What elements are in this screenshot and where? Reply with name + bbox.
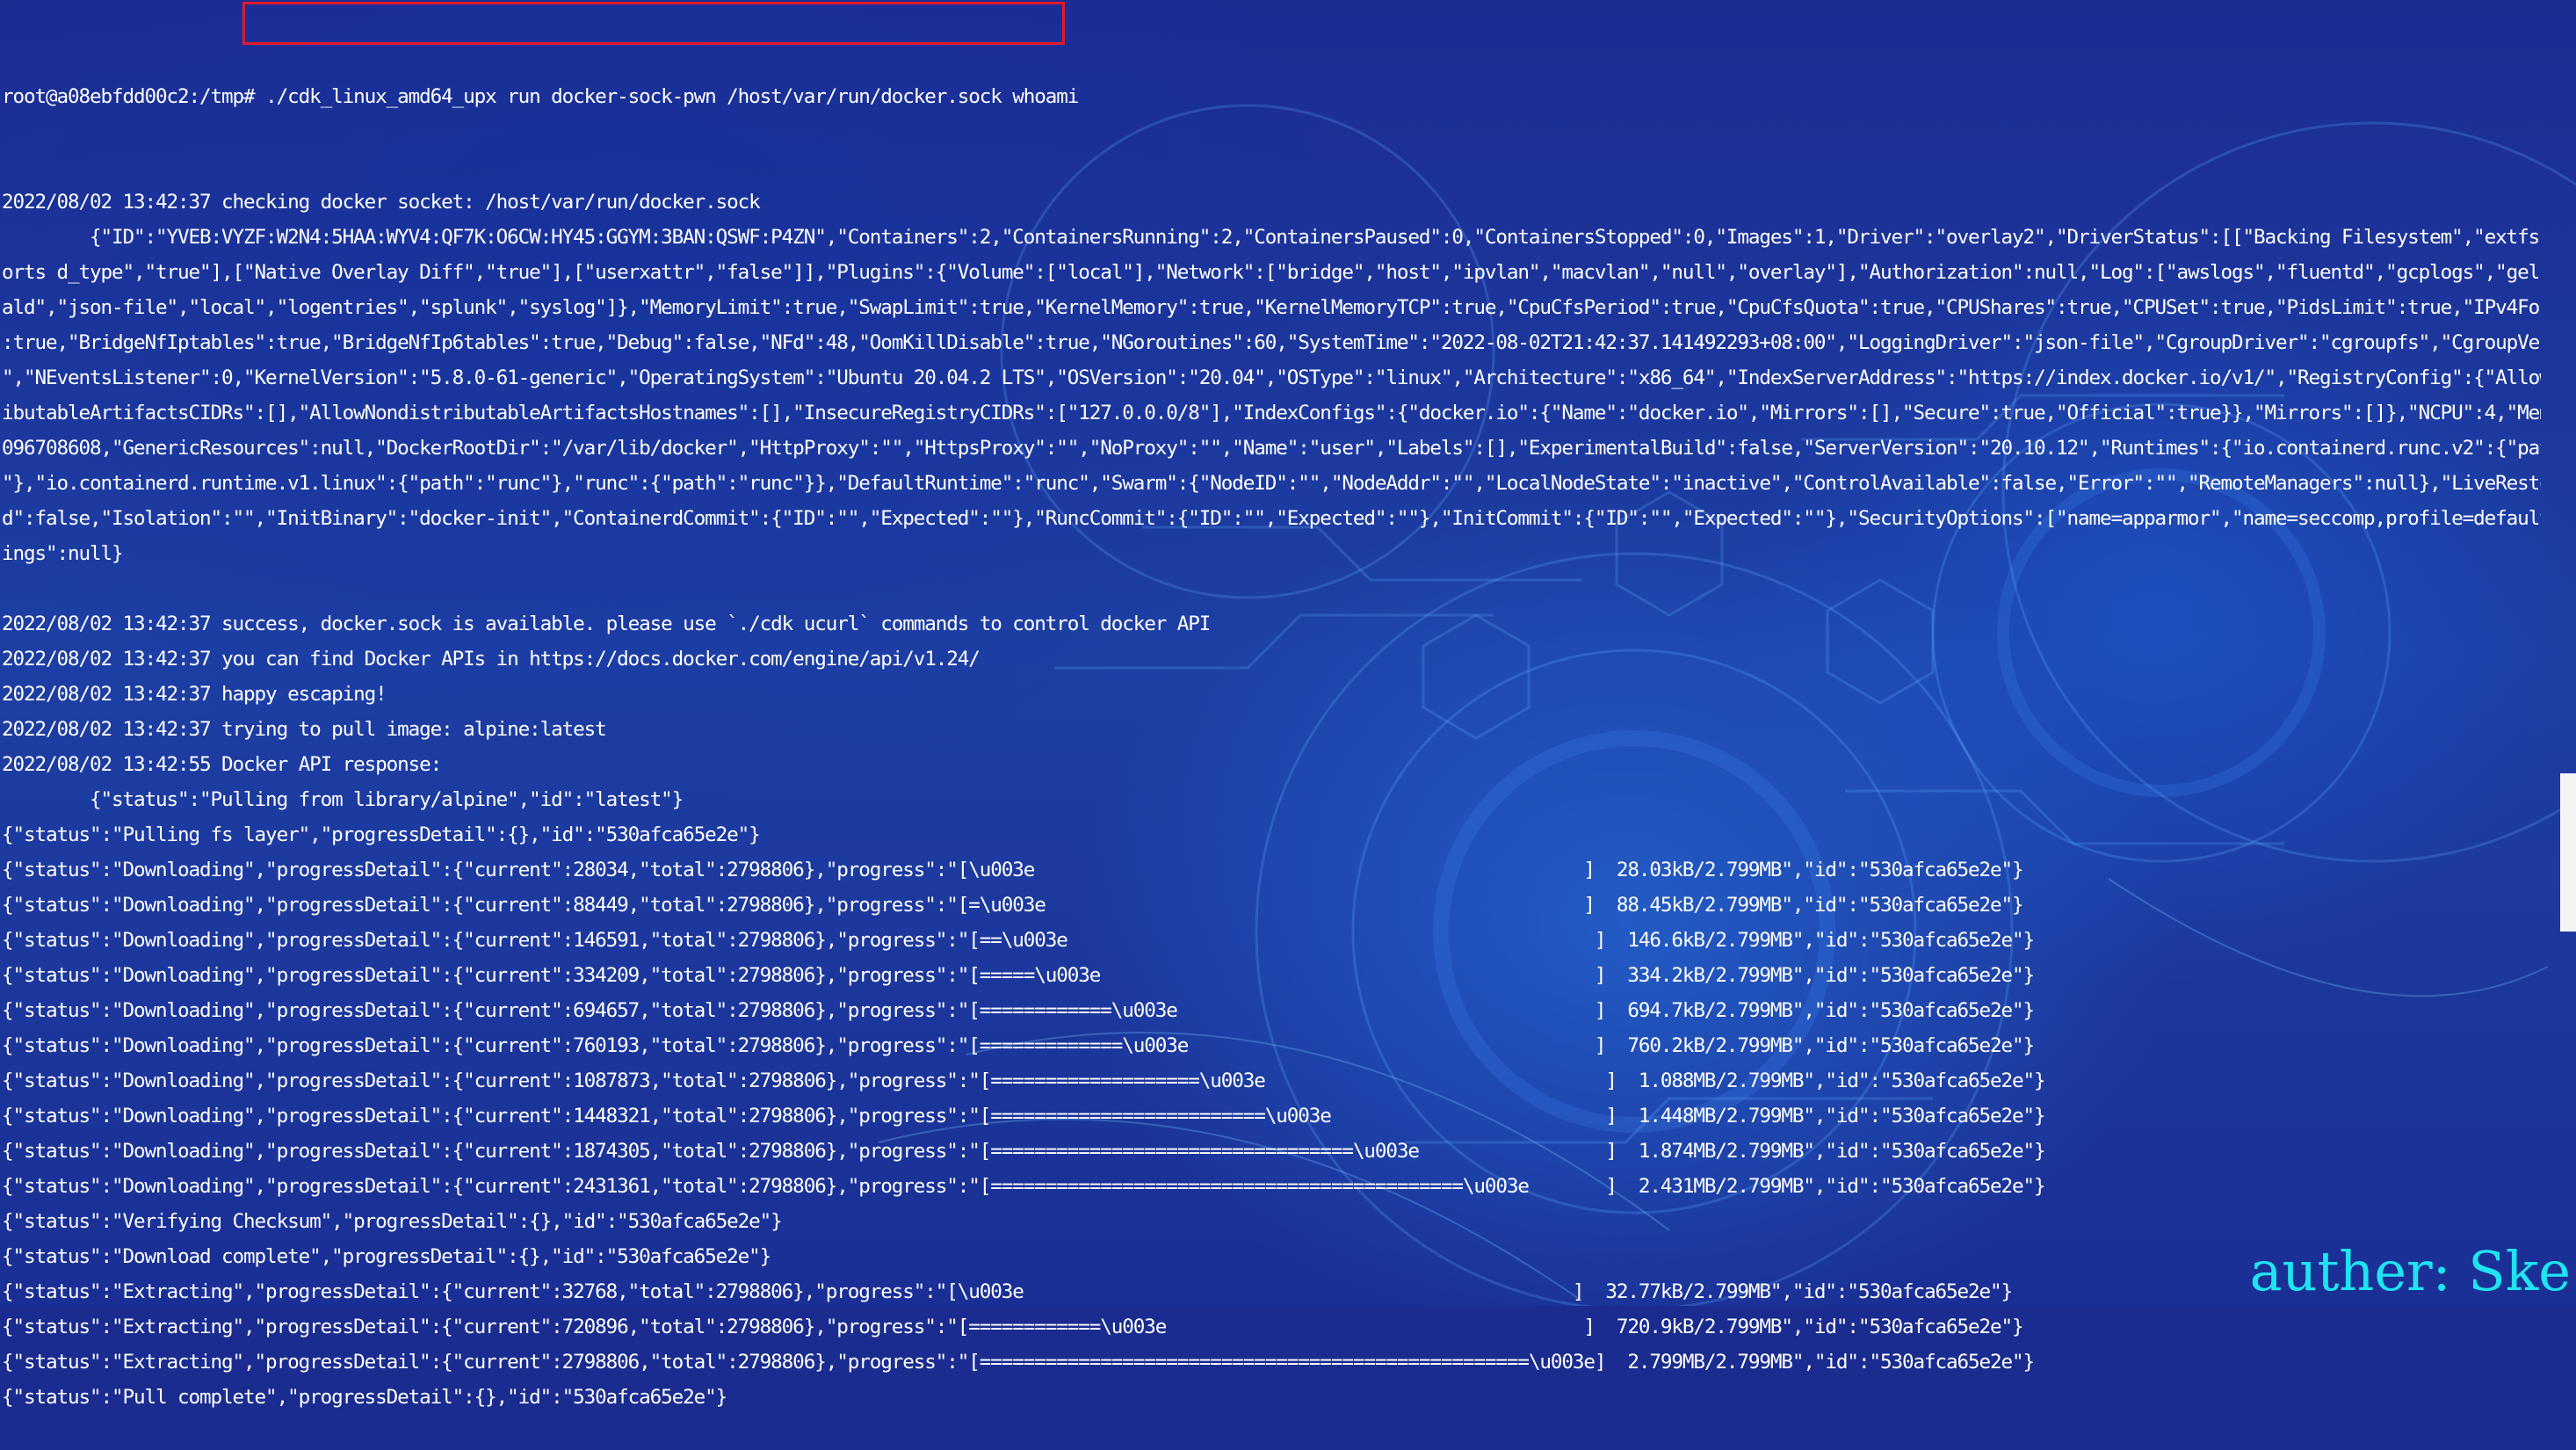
terminal-line: {"status":"Downloading","progressDetail"… <box>2 894 2024 917</box>
terminal-line: {"status":"Downloading","progressDetail"… <box>2 964 2035 987</box>
terminal-line: {"status":"Pulling fs layer","progressDe… <box>2 823 761 846</box>
shell-prompt: root@a08ebfdd00c2:/tmp# <box>2 85 266 108</box>
terminal-line: 2022/08/02 13:42:37 success, docker.sock… <box>2 613 1211 635</box>
terminal-line: ","NEventsListener":0,"KernelVersion":"5… <box>2 366 2541 389</box>
terminal-line: {"status":"Downloading","progressDetail"… <box>2 1140 2046 1163</box>
output-lines: 2022/08/02 13:42:37 checking docker sock… <box>2 185 2541 1415</box>
terminal-line: 096708608,"GenericResources":null,"Docke… <box>2 437 2541 460</box>
terminal-line: {"status":"Verifying Checksum","progress… <box>2 1210 783 1233</box>
terminal-line: {"status":"Downloading","progressDetail"… <box>2 1175 2046 1198</box>
terminal-line: ibutableArtifactsCIDRs":[],"AllowNondist… <box>2 402 2541 424</box>
terminal-line: {"status":"Downloading","progressDetail"… <box>2 1069 2046 1092</box>
terminal-line: 2022/08/02 13:42:37 checking docker sock… <box>2 191 761 214</box>
terminal-line: "},"io.containerd.runtime.v1.linux":{"pa… <box>2 472 2541 495</box>
terminal-line: orts d_type","true"],["Native Overlay Di… <box>2 261 2541 284</box>
terminal-line: {"status":"Downloading","progressDetail"… <box>2 1034 2035 1057</box>
terminal-line: {"status":"Downloading","progressDetail"… <box>2 999 2035 1022</box>
terminal-line: {"status":"Extracting","progressDetail":… <box>2 1351 2035 1374</box>
terminal-line: {"ID":"YVEB:VYZF:W2N4:5HAA:WYV4:QF7K:O6C… <box>2 226 2541 249</box>
terminal-line: d":false,"Isolation":"","InitBinary":"do… <box>2 507 2541 530</box>
terminal-line: {"status":"Downloading","progressDetail"… <box>2 1105 2046 1127</box>
terminal-line: ings":null} <box>2 542 124 565</box>
command-text: ./cdk_linux_amd64_upx run docker-sock-pw… <box>265 85 1079 108</box>
author-watermark: auther: Ske <box>2249 1239 2571 1303</box>
terminal-line: 2022/08/02 13:42:37 trying to pull image… <box>2 718 607 741</box>
terminal-line: {"status":"Downloading","progressDetail"… <box>2 859 2024 881</box>
terminal-line: {"status":"Extracting","progressDetail":… <box>2 1280 2013 1303</box>
terminal-line: {"status":"Download complete","progressD… <box>2 1245 771 1268</box>
command-highlight-box <box>242 2 1065 45</box>
prompt-line: root@a08ebfdd00c2:/tmp# ./cdk_linux_amd6… <box>2 79 2541 114</box>
terminal-line: 2022/08/02 13:42:37 you can find Docker … <box>2 648 980 671</box>
terminal-line: 2022/08/02 13:42:55 Docker API response: <box>2 753 442 776</box>
terminal-line: :true,"BridgeNfIptables":true,"BridgeNfI… <box>2 331 2541 354</box>
terminal-line: ald","json-file","local","logentries","s… <box>2 296 2541 319</box>
terminal-line: {"status":"Pull complete","progressDetai… <box>2 1386 727 1409</box>
terminal-line: {"status":"Pulling from library/alpine",… <box>2 788 684 811</box>
terminal-line: {"status":"Extracting","progressDetail":… <box>2 1316 2024 1338</box>
terminal-output: root@a08ebfdd00c2:/tmp# ./cdk_linux_amd6… <box>2 9 2541 1450</box>
terminal-line: {"status":"Downloading","progressDetail"… <box>2 929 2035 952</box>
scrollbar-thumb[interactable] <box>2560 773 2576 932</box>
terminal-line: 2022/08/02 13:42:37 happy escaping! <box>2 683 387 706</box>
